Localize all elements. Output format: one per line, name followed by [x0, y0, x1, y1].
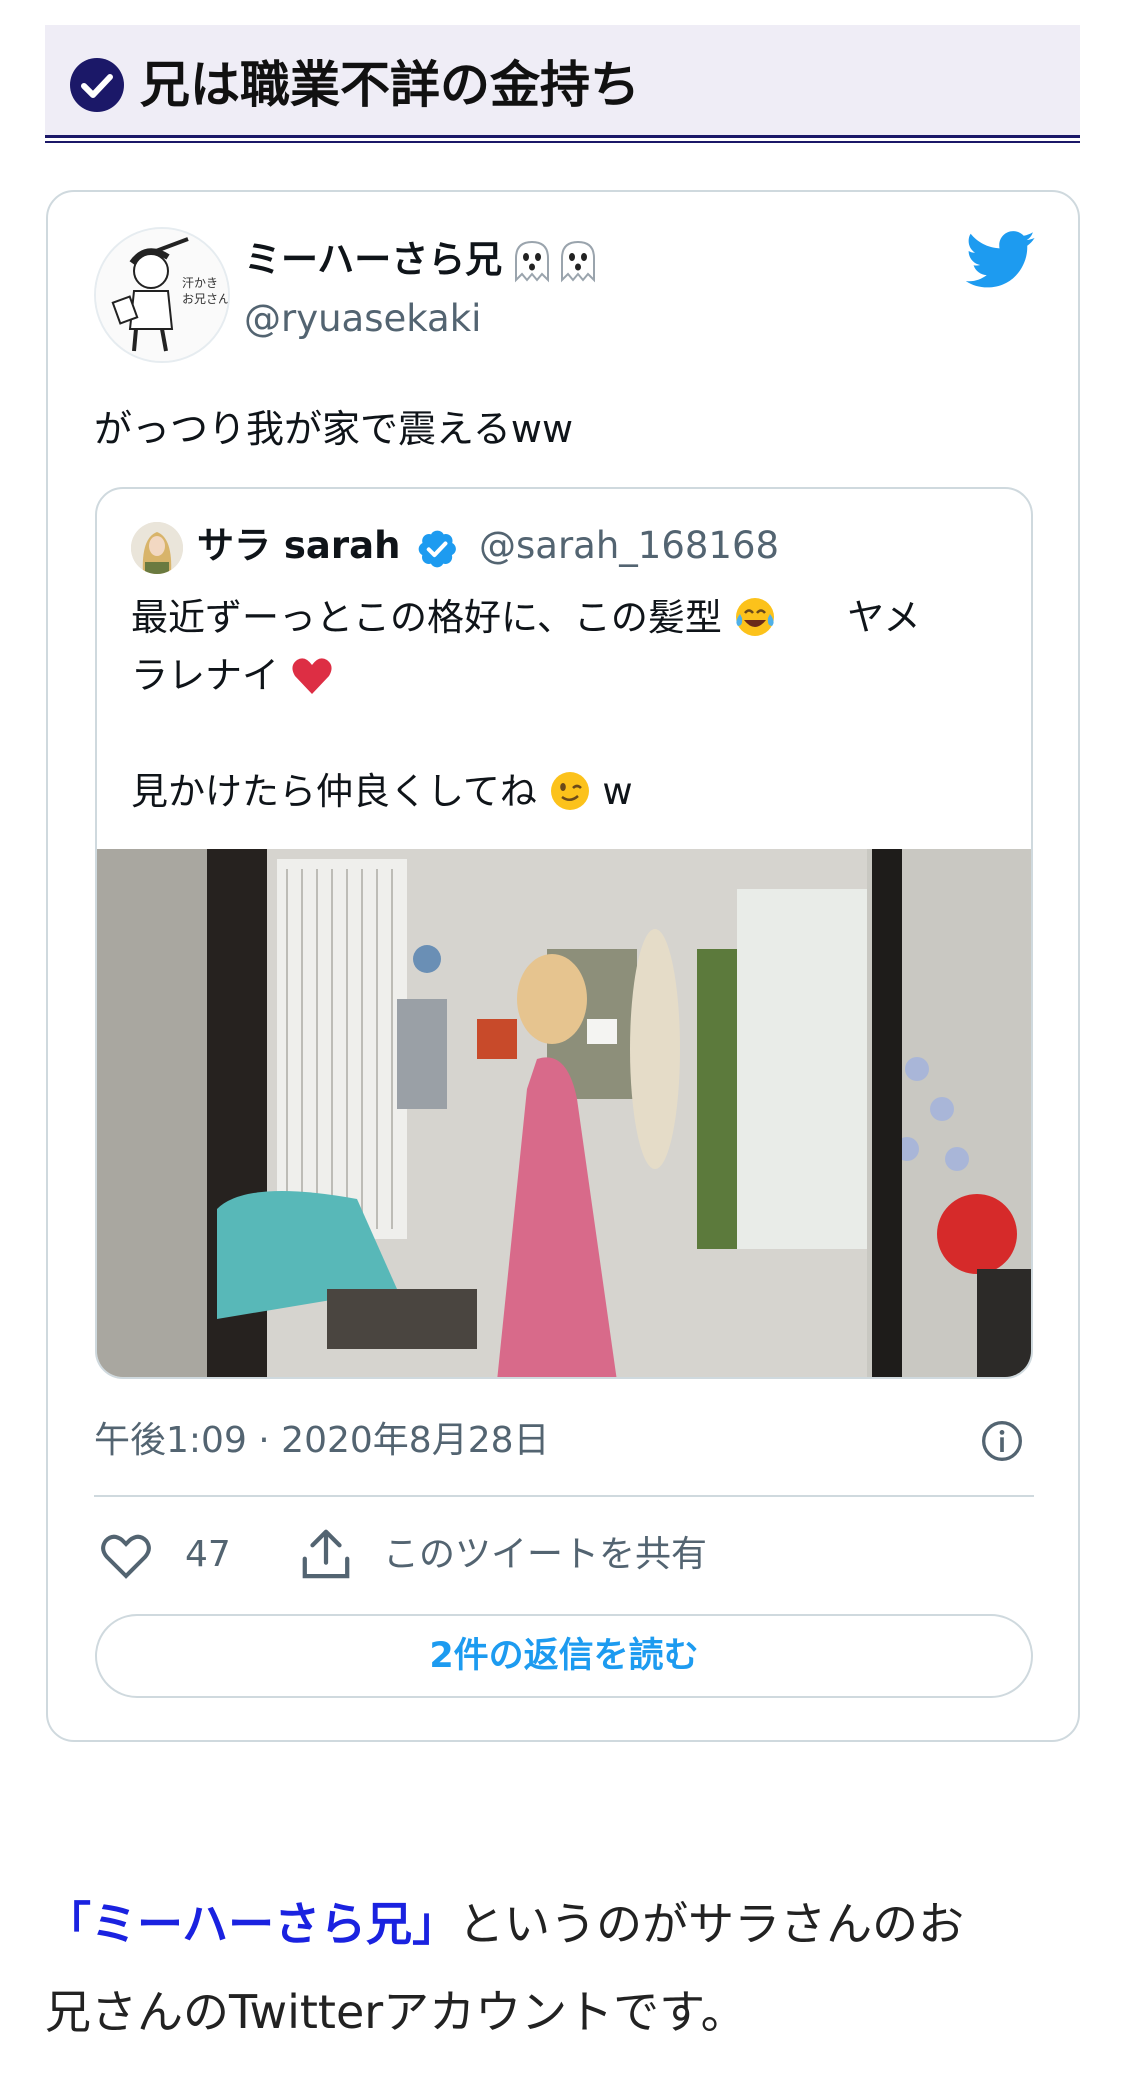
svg-text:汗かき: 汗かき	[182, 276, 218, 290]
author-avatar[interactable]: 汗かき お兄さん	[94, 227, 230, 363]
avatar-illustration: 汗かき お兄さん	[96, 229, 230, 361]
quoted-author-handle[interactable]: @sarah_168168	[479, 523, 779, 569]
ghost-icon	[515, 240, 550, 282]
article-text-segment: というのがサラさんのお	[458, 1897, 965, 1951]
verified-badge-icon	[418, 530, 456, 568]
article-link[interactable]: 「ミーハーさら兄」	[45, 1897, 458, 1951]
like-count: 47	[185, 1534, 231, 1575]
quoted-text-line: 最近ずーっとこの格好に、この髪型 ヤメ	[131, 589, 920, 647]
read-replies-button[interactable]: 2件の返信を読む	[95, 1614, 1033, 1698]
article-text-segment: 兄さんのTwitterアカウントです。	[45, 1985, 747, 2039]
red-heart-emoji-icon	[292, 658, 332, 694]
quoted-text-segment: 最近ずーっとこの格好に、この髪型	[131, 596, 722, 639]
ghost-icon	[561, 240, 596, 282]
twitter-bird-icon[interactable]	[966, 230, 1036, 290]
quoted-text-segment: ヤメ	[847, 596, 921, 639]
tears-of-joy-emoji-icon	[735, 598, 774, 636]
quoted-text-segment: w	[602, 770, 633, 813]
share-tweet-link[interactable]: このツイートを共有	[383, 1532, 707, 1578]
quoted-avatar-image	[131, 522, 183, 574]
quoted-text-segment: 見かけたら仲良くしてね	[131, 770, 537, 813]
winking-face-emoji-icon	[550, 772, 589, 810]
embedded-tweet[interactable]: 汗かき お兄さん ミーハーさら兄 @ryuasekaki がっつり我が家で震える…	[46, 190, 1080, 1742]
quoted-author-name[interactable]: サラ sarah	[197, 523, 400, 569]
author-handle[interactable]: @ryuasekaki	[244, 296, 481, 342]
info-icon[interactable]	[980, 1419, 1024, 1463]
quoted-tweet[interactable]: サラ sarah @sarah_168168 最近ずーっとこの格好に、この髪型 …	[95, 487, 1033, 1379]
quoted-author-avatar[interactable]	[131, 522, 183, 574]
author-name-text: ミーハーさら兄	[244, 238, 503, 281]
tweet-text: がっつり我が家で震えるww	[94, 407, 574, 451]
check-circle-icon	[70, 58, 124, 112]
section-title: 兄は職業不詳の金持ち	[140, 56, 640, 114]
section-heading: 兄は職業不詳の金持ち	[45, 25, 1080, 143]
quoted-text-line: 見かけたら仲良くしてね w	[131, 763, 633, 821]
author-name[interactable]: ミーハーさら兄	[244, 237, 598, 284]
ghost-emojis	[506, 240, 598, 284]
share-icon[interactable]	[300, 1526, 352, 1580]
divider	[94, 1495, 1034, 1497]
article-paragraph: 「ミーハーさら兄」というのがサラさんのお 兄さんのTwitterアカウントです。	[45, 1880, 1085, 2056]
heart-icon[interactable]	[100, 1532, 152, 1580]
quoted-text-line: ラレナイ	[131, 647, 333, 705]
tweet-photo[interactable]	[97, 849, 1033, 1379]
tweet-timestamp[interactable]: 午後1:09 · 2020年8月28日	[94, 1418, 550, 1464]
quoted-text-segment: ラレナイ	[131, 654, 279, 697]
svg-text:お兄さん: お兄さん	[182, 292, 230, 306]
